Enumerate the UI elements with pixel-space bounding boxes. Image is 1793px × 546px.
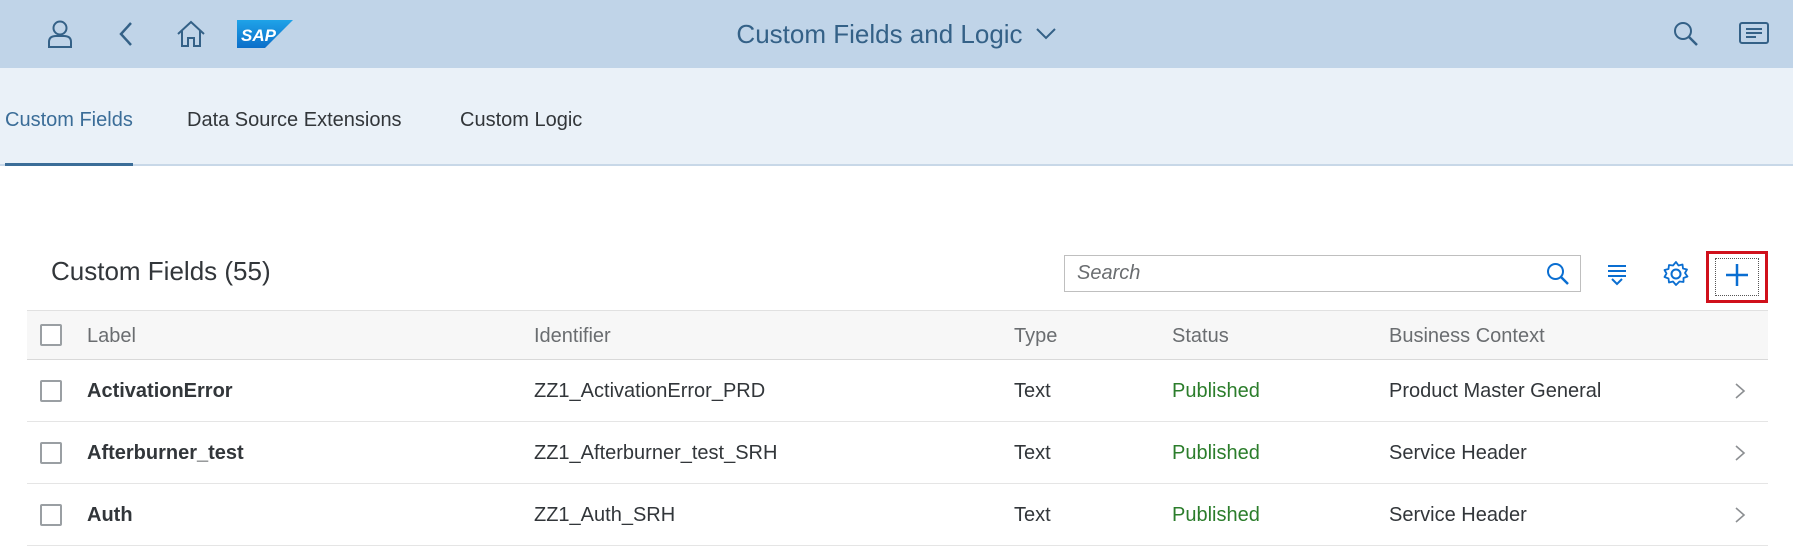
notifications-icon[interactable] xyxy=(1736,16,1772,52)
tab-label: Data Source Extensions xyxy=(187,108,402,131)
settings-icon[interactable] xyxy=(1657,255,1695,293)
column-header-type[interactable]: Type xyxy=(1014,325,1057,348)
shell-bar: SAP Custom Fields and Logic xyxy=(0,0,1793,68)
search-icon[interactable] xyxy=(1546,262,1570,286)
tab-label: Custom Logic xyxy=(460,108,583,131)
search-field[interactable] xyxy=(1064,255,1581,292)
row-checkbox[interactable] xyxy=(40,504,62,526)
app-title-text: Custom Fields and Logic xyxy=(736,18,1023,49)
tab-custom-fields[interactable]: Custom Fields xyxy=(5,68,133,166)
table-header: Label Identifier Type Status Business Co… xyxy=(27,310,1768,360)
select-all-checkbox[interactable] xyxy=(40,324,62,346)
sort-icon[interactable] xyxy=(1598,255,1636,293)
row-label: Afterburner_test xyxy=(87,442,244,464)
plus-icon xyxy=(1725,263,1749,292)
table-row[interactable]: Auth ZZ1_Auth_SRH Text Published Service… xyxy=(27,484,1768,546)
add-button-highlight xyxy=(1706,251,1768,303)
table-row[interactable]: Afterburner_test ZZ1_Afterburner_test_SR… xyxy=(27,422,1768,484)
chevron-down-icon[interactable] xyxy=(1035,27,1057,41)
row-identifier: ZZ1_ActivationError_PRD xyxy=(534,380,766,402)
chevron-right-icon[interactable] xyxy=(1734,382,1746,400)
row-business-context: Service Header xyxy=(1389,504,1527,526)
tab-data-source-extensions[interactable]: Data Source Extensions xyxy=(187,68,402,164)
column-header-identifier[interactable]: Identifier xyxy=(534,325,611,348)
table-row[interactable]: ActivationError ZZ1_ActivationError_PRD … xyxy=(27,360,1768,422)
chevron-right-icon[interactable] xyxy=(1734,444,1746,462)
tab-label: Custom Fields xyxy=(5,108,133,131)
search-input[interactable] xyxy=(1077,256,1517,291)
row-checkbox[interactable] xyxy=(40,442,62,464)
tab-custom-logic[interactable]: Custom Logic xyxy=(460,68,582,164)
row-type: Text xyxy=(1014,504,1051,526)
tab-bar: Custom Fields Data Source Extensions Cus… xyxy=(0,68,1793,166)
column-header-status[interactable]: Status xyxy=(1172,325,1229,348)
row-type: Text xyxy=(1014,442,1051,464)
row-status: Published xyxy=(1172,442,1260,464)
row-business-context: Product Master General xyxy=(1389,380,1602,402)
table-title: Custom Fields (55) xyxy=(51,256,271,286)
row-status: Published xyxy=(1172,380,1260,402)
app-title[interactable]: Custom Fields and Logic xyxy=(0,0,1793,68)
chevron-right-icon[interactable] xyxy=(1734,506,1746,524)
row-status: Published xyxy=(1172,504,1260,526)
column-header-business-context[interactable]: Business Context xyxy=(1389,325,1545,348)
row-business-context: Service Header xyxy=(1389,442,1527,464)
row-label: Auth xyxy=(87,504,133,526)
row-type: Text xyxy=(1014,380,1051,402)
row-identifier: ZZ1_Afterburner_test_SRH xyxy=(534,442,778,464)
column-header-label[interactable]: Label xyxy=(87,325,136,348)
add-button[interactable] xyxy=(1715,258,1759,296)
search-icon[interactable] xyxy=(1668,16,1704,52)
row-checkbox[interactable] xyxy=(40,380,62,402)
row-label: ActivationError xyxy=(87,380,233,402)
row-identifier: ZZ1_Auth_SRH xyxy=(534,504,676,526)
